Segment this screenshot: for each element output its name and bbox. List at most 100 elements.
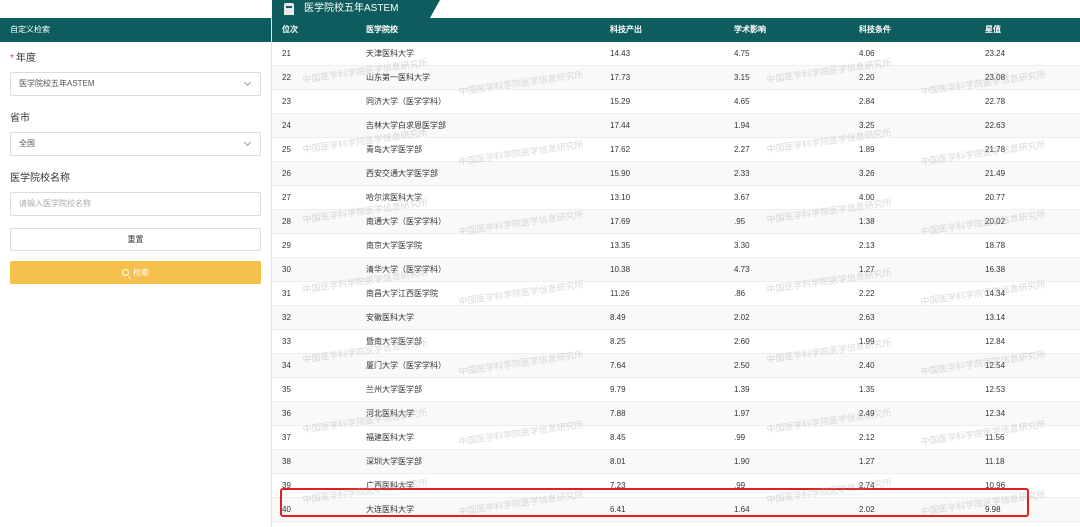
star-cell: 12.53 [985,385,1006,394]
table-row[interactable]: 26 西安交通大学医学部 15.90 2.33 3.26 21.49 [272,162,1080,186]
impact-cell: 2.27 [734,145,750,154]
output-cell: 17.44 [610,121,631,130]
impact-cell: 2.50 [734,361,750,370]
conditions-cell: 1.89 [859,145,875,154]
table-row[interactable]: 31 南昌大学江西医学院 11.26 .86 2.22 14.34 [272,282,1080,306]
output-cell: 13.35 [610,241,631,250]
table-row[interactable]: 29 南京大学医学院 13.35 3.30 2.13 18.78 [272,234,1080,258]
output-cell: 17.73 [610,73,631,82]
year-label-text: 年度 [15,53,36,64]
school-cell: 安徽医科大学 [366,313,414,322]
column-header-rank[interactable]: 位次 [282,18,298,42]
impact-cell: 2.33 [734,169,750,178]
school-cell: 哈尔滨医科大学 [366,193,422,202]
conditions-cell: 1.27 [859,457,875,466]
school-cell: 清华大学（医学学科） [366,265,446,274]
table-row[interactable]: 27 哈尔滨医科大学 13.10 3.67 4.00 20.77 [272,186,1080,210]
table-row[interactable]: 30 清华大学（医学学科） 10.38 4.73 1.27 16.38 [272,258,1080,282]
output-cell: 7.88 [610,409,626,418]
table-row[interactable]: 34 厦门大学（医学学科） 7.64 2.50 2.40 12.54 [272,354,1080,378]
star-cell: 21.78 [985,145,1006,154]
output-cell: 8.45 [610,433,626,442]
column-header-output[interactable]: 科技产出 [610,18,642,42]
impact-cell: .99 [734,433,746,442]
impact-cell: 2.60 [734,337,750,346]
rank-cell: 36 [282,409,291,418]
output-cell: 14.43 [610,49,631,58]
star-cell: 13.14 [985,313,1006,322]
column-header-impact[interactable]: 学术影响 [734,18,766,42]
star-cell: 18.78 [985,241,1006,250]
tab-astem[interactable]: 医学院校五年ASTEM [272,0,440,18]
column-header-school[interactable]: 医学院校 [366,18,398,42]
conditions-cell: 1.38 [859,217,875,226]
year-section: * 年度 医学院校五年ASTEM [0,52,271,96]
rank-cell: 23 [282,97,291,106]
impact-cell: .95 [734,217,746,226]
school-cell: 深圳大学医学部 [366,457,422,466]
rank-cell: 27 [282,193,291,202]
table-row[interactable]: 32 安徽医科大学 8.49 2.02 2.63 13.14 [272,306,1080,330]
output-cell: 17.62 [610,145,631,154]
search-sidebar: 自定义检索 * 年度 医学院校五年ASTEM 省市 全国 医学院校名称 请输入医学… [0,18,272,527]
ranking-table: 位次 医学院校 科技产出 学术影响 科技条件 星值 21 天津医科大学 14.43 4… [272,18,1080,527]
province-select[interactable]: 全国 [10,132,261,156]
search-button[interactable]: 检索 [10,261,261,284]
star-cell: 14.34 [985,289,1006,298]
school-cell: 同济大学（医学学科） [366,97,446,106]
school-cell: 吉林大学白求恩医学部 [366,121,446,130]
table-row[interactable]: 36 河北医科大学 7.88 1.97 2.49 12.34 [272,402,1080,426]
table-row[interactable]: 22 山东第一医科大学 17.73 3.15 2.20 23.08 [272,66,1080,90]
table-row[interactable]: 38 深圳大学医学部 8.01 1.90 1.27 11.18 [272,450,1080,474]
year-select[interactable]: 医学院校五年ASTEM [10,72,261,96]
rank-cell: 35 [282,385,291,394]
impact-cell: 4.75 [734,49,750,58]
school-cell: 天津医科大学 [366,49,414,58]
output-cell: 10.38 [610,265,631,274]
school-name-input[interactable]: 请输入医学院校名称 [10,192,261,216]
table-row[interactable]: 33 暨南大学医学部 8.25 2.60 1.99 12.84 [272,330,1080,354]
school-cell: 暨南大学医学部 [366,337,422,346]
school-cell: 河北医科大学 [366,409,414,418]
table-row[interactable]: 35 兰州大学医学部 9.79 1.39 1.35 12.53 [272,378,1080,402]
impact-cell: .86 [734,289,746,298]
year-label: * 年度 [10,52,261,66]
school-cell: 南通大学（医学学科） [366,217,446,226]
school-cell: 兰州大学医学部 [366,385,422,394]
rank-cell: 32 [282,313,291,322]
conditions-cell: 2.40 [859,361,875,370]
impact-cell: 3.67 [734,193,750,202]
impact-cell: 1.97 [734,409,750,418]
tab-bar: 医学院校五年ASTEM [0,0,1080,18]
table-row[interactable]: 23 同济大学（医学学科） 15.29 4.65 2.84 22.78 [272,90,1080,114]
table-row[interactable]: 21 天津医科大学 14.43 4.75 4.06 23.24 [272,42,1080,66]
conditions-cell: 3.26 [859,169,875,178]
star-cell: 12.34 [985,409,1006,418]
table-row[interactable]: 25 青岛大学医学部 17.62 2.27 1.89 21.78 [272,138,1080,162]
rank-cell: 31 [282,289,291,298]
column-header-star[interactable]: 星值 [985,18,1001,42]
star-cell: 11.56 [985,433,1005,442]
sidebar-header: 自定义检索 [0,18,271,42]
output-cell: 13.10 [610,193,631,202]
conditions-cell: 4.06 [859,49,875,58]
table-row[interactable]: 37 福建医科大学 8.45 .99 2.12 11.56 [272,426,1080,450]
star-cell: 12.84 [985,337,1006,346]
year-select-value: 医学院校五年ASTEM [19,79,95,88]
highlight-box [280,488,1029,517]
rank-cell: 25 [282,145,291,154]
table-row[interactable]: 24 吉林大学白求恩医学部 17.44 1.94 3.25 22.63 [272,114,1080,138]
reset-button[interactable]: 重置 [10,228,261,251]
school-cell: 青岛大学医学部 [366,145,422,154]
rank-cell: 37 [282,433,291,442]
table-row[interactable]: 28 南通大学（医学学科） 17.69 .95 1.38 20.02 [272,210,1080,234]
conditions-cell: 2.84 [859,97,875,106]
star-cell: 16.38 [985,265,1006,274]
column-header-conditions[interactable]: 科技条件 [859,18,891,42]
rank-cell: 26 [282,169,291,178]
star-cell: 23.08 [985,73,1006,82]
conditions-cell: 4.00 [859,193,875,202]
school-cell: 福建医科大学 [366,433,414,442]
output-cell: 8.25 [610,337,626,346]
conditions-cell: 1.99 [859,337,875,346]
